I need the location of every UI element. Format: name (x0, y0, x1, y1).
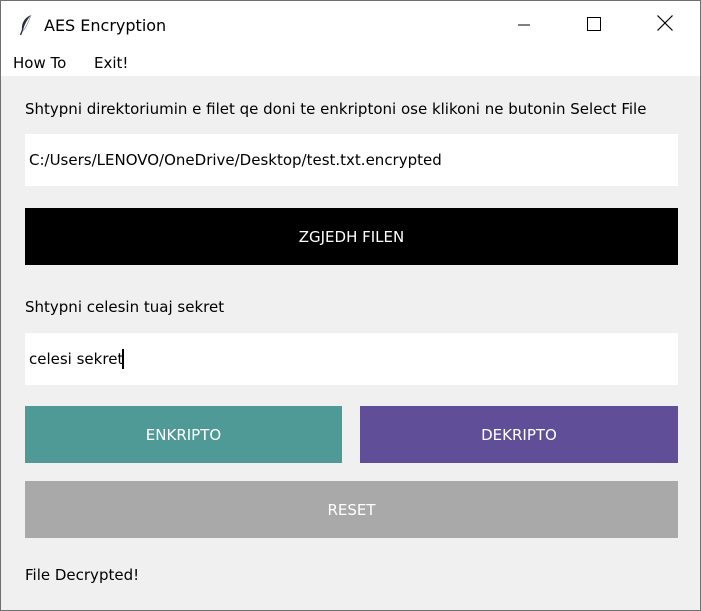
reset-button[interactable]: RESET (25, 481, 678, 538)
file-path-input[interactable] (25, 134, 678, 186)
close-icon (657, 15, 673, 35)
window-title: AES Encryption (44, 16, 167, 35)
minimize-icon (518, 16, 530, 35)
maximize-button[interactable] (559, 1, 629, 49)
title-bar[interactable]: AES Encryption (1, 1, 700, 49)
decrypt-button[interactable]: DEKRIPTO (360, 406, 678, 463)
secret-key-label: Shtypni celesin tuaj sekret (25, 298, 225, 316)
app-window: AES Encryption How To Exit! Shtypni dire… (0, 0, 701, 611)
encrypt-button[interactable]: ENKRIPTO (25, 406, 342, 463)
select-file-button[interactable]: ZGJEDH FILEN (25, 208, 678, 265)
instructions-label: Shtypni direktoriumin e filet qe doni te… (25, 100, 647, 118)
menu-item-how-to[interactable]: How To (13, 54, 66, 72)
feather-icon (18, 14, 34, 36)
minimize-button[interactable] (489, 1, 559, 49)
text-cursor (122, 349, 124, 369)
close-button[interactable] (630, 1, 700, 49)
maximize-icon (587, 16, 601, 35)
status-message: File Decrypted! (25, 566, 140, 584)
menu-item-exit[interactable]: Exit! (94, 54, 128, 72)
menu-bar: How To Exit! (1, 49, 700, 76)
